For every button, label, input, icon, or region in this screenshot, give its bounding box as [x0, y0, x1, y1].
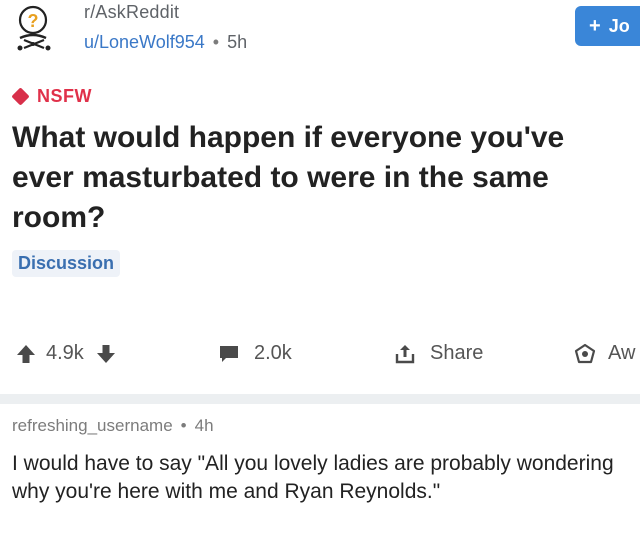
award-label: Aw [608, 342, 636, 364]
comment-meta-separator: • [180, 416, 187, 435]
comment-body: I would have to say "All you lovely ladi… [12, 452, 614, 503]
upvote-arrow-icon[interactable] [16, 344, 36, 364]
reddit-post-screenshot: ? r/AskReddit u/LoneWolf954 • 5h + Jo NSFW … [0, 0, 640, 542]
nsfw-tag: NSFW [11, 86, 92, 107]
vote-controls: 4.9k [16, 342, 116, 365]
meta-separator: • [212, 32, 220, 52]
post-time: 5h [227, 32, 248, 52]
nsfw-label: NSFW [37, 86, 92, 106]
comment-username[interactable]: refreshing_username [12, 416, 173, 435]
author-link[interactable]: u/LoneWolf954 [84, 32, 205, 52]
join-button[interactable]: + Jo [575, 6, 640, 46]
subreddit-name[interactable]: r/AskReddit [84, 2, 179, 23]
join-label: Jo [608, 16, 630, 36]
comments-button[interactable]: 2.0k [218, 342, 292, 365]
nsfw-diamond-icon [11, 87, 30, 106]
svg-text:?: ? [28, 11, 39, 31]
section-divider [0, 394, 640, 404]
award-button[interactable]: Aw [574, 342, 635, 365]
post-title[interactable]: What would happen if everyone you've eve… [12, 118, 627, 238]
share-icon [394, 343, 416, 365]
downvote-arrow-icon[interactable] [96, 344, 116, 364]
comment-meta: refreshing_username • 4h [12, 416, 214, 436]
comment-count: 2.0k [254, 342, 292, 364]
plus-icon: + [589, 15, 601, 37]
subreddit-avatar-icon[interactable]: ? [14, 4, 56, 52]
share-button[interactable]: Share [394, 342, 483, 365]
post-action-bar: 4.9k 2.0k Share Aw [0, 330, 640, 380]
comment-time: 4h [194, 416, 214, 435]
vote-count: 4.9k [46, 342, 84, 364]
post-header: ? r/AskReddit u/LoneWolf954 • 5h + Jo [0, 0, 640, 66]
share-label: Share [430, 342, 484, 364]
post-meta: u/LoneWolf954 • 5h [84, 32, 247, 53]
post-flair[interactable]: Discussion [12, 250, 121, 277]
award-icon [574, 343, 596, 365]
comment-bubble-icon [218, 344, 240, 364]
